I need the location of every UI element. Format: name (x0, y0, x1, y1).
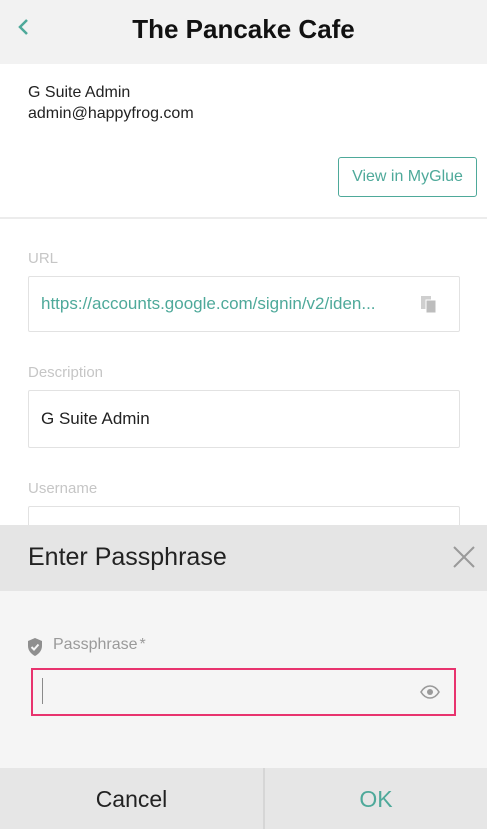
eye-icon[interactable] (420, 684, 440, 700)
required-mark: * (139, 636, 146, 653)
top-bar: The Pancake Cafe (0, 0, 487, 64)
url-label: URL (28, 250, 59, 267)
modal-header: Enter Passphrase (0, 525, 487, 591)
url-field[interactable]: https://accounts.google.com/signin/v2/id… (28, 276, 460, 332)
account-info: G Suite Admin admin@happyfrog.com (28, 82, 194, 124)
account-name: G Suite Admin (28, 84, 131, 101)
modal-button-bar: Cancel OK (0, 768, 487, 829)
copy-icon[interactable] (419, 295, 439, 315)
url-value[interactable]: https://accounts.google.com/signin/v2/id… (41, 294, 376, 314)
text-cursor (42, 678, 43, 704)
cancel-button[interactable]: Cancel (0, 768, 263, 829)
page-title: The Pancake Cafe (132, 14, 355, 44)
username-label: Username (28, 480, 98, 497)
close-icon[interactable] (450, 543, 478, 571)
description-value: G Suite Admin (41, 409, 150, 428)
view-in-myglue-button[interactable]: View in MyGlue (338, 157, 477, 197)
account-email: admin@happyfrog.com (28, 105, 194, 122)
passphrase-label: Passphrase * (53, 636, 146, 654)
modal-title: Enter Passphrase (28, 543, 227, 571)
ok-button[interactable]: OK (265, 768, 487, 829)
section-divider (0, 217, 487, 219)
shield-check-icon (28, 638, 42, 656)
description-field[interactable]: G Suite Admin (28, 390, 460, 448)
passphrase-input[interactable] (31, 668, 456, 716)
description-label: Description (28, 364, 104, 381)
modal-body: Passphrase * (0, 591, 487, 768)
passphrase-label-text: Passphrase (53, 636, 138, 653)
